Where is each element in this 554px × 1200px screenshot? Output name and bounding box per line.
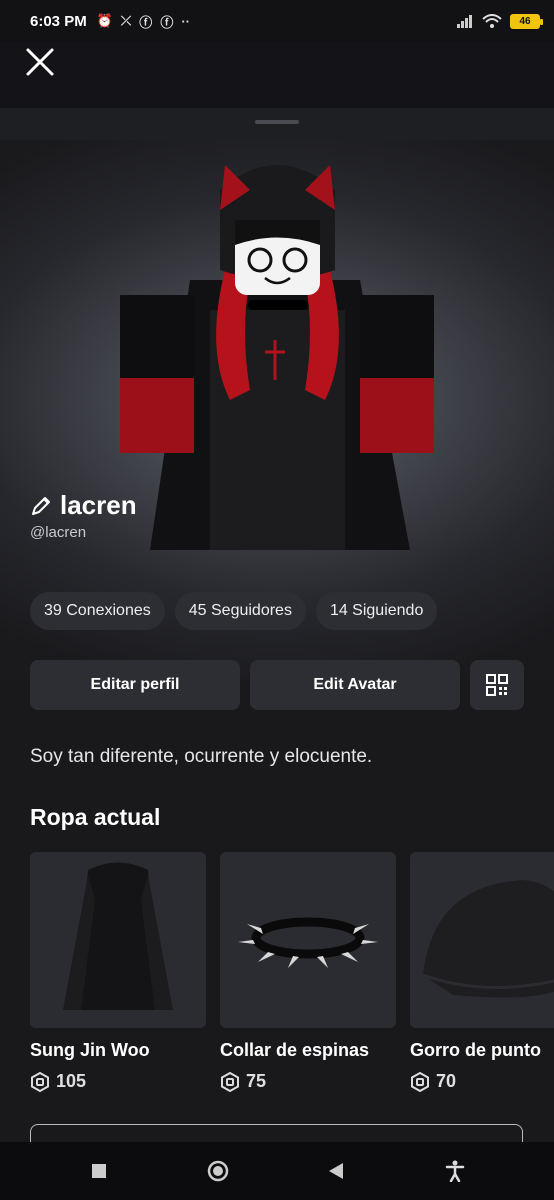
close-icon [26,48,54,76]
back-button[interactable] [316,1151,356,1191]
facebook-icon: ⓕ [160,14,174,30]
display-name: lacren [60,490,137,520]
username: @lacren [30,524,87,541]
circle-icon [207,1160,228,1182]
stats-row: 39 Conexiones 45 Seguidores 14 Siguiendo [30,592,438,630]
item-name: Collar de espinas [220,1040,370,1060]
triangle-back-icon [329,1163,344,1179]
item-price: 75 [220,1071,396,1092]
alarm-icon: ⏰ [96,13,113,28]
status-bar: 6:03 PM ⏰ ⤫ ⓕ ⓕ ·· 46 [0,0,554,42]
square-icon [92,1164,107,1178]
notification-icons: ⏰ ⤫ ⓕ ⓕ ·· [97,12,190,31]
accessibility-icon [445,1160,464,1182]
beanie-item-image [422,880,554,998]
pencil-icon[interactable] [30,495,52,517]
connections-pill[interactable]: 39 Conexiones [30,592,165,630]
outfit-item[interactable]: Sung Jin Woo 105 [30,852,206,1092]
section-title: Ropa actual [30,804,161,830]
item-thumbnail [30,852,206,1028]
display-name-row[interactable]: lacren [30,490,137,521]
followers-pill[interactable]: 45 Seguidores [174,592,306,630]
system-nav-bar [0,1142,554,1200]
robux-icon [411,1071,429,1092]
item-name: Sung Jin Woo [30,1040,150,1060]
outfit-carousel[interactable]: Sung Jin Woo 105 Collar de espinas 75 Go… [30,852,554,1092]
spiked-collar-item-image [238,917,378,968]
item-price: 105 [30,1071,206,1092]
coat-item-image [63,862,173,1010]
signal-icon [457,15,472,28]
missed-call-icon: ⤫ [120,13,132,28]
avatar-image [120,165,434,550]
qr-code-icon [486,674,508,696]
action-buttons: Editar perfil Edit Avatar [30,660,524,710]
drag-handle[interactable] [255,120,299,124]
qr-code-button[interactable] [470,660,524,710]
bio-text: Soy tan diferente, ocurrente y elocuente… [30,746,373,767]
home-button[interactable] [198,1151,238,1191]
next-section-card[interactable] [30,1124,523,1142]
robux-icon [31,1071,49,1092]
item-thumbnail [410,852,554,1028]
outfit-item[interactable]: Gorro de punto 70 [410,852,554,1092]
wifi-icon [482,14,502,28]
robux-icon [221,1071,239,1092]
outfit-item[interactable]: Collar de espinas 75 [220,852,396,1092]
profile-sheet: lacren @lacren 39 Conexiones 45 Seguidor… [0,108,554,1142]
battery-icon: 46 [510,13,543,29]
more-dots-icon: ·· [181,13,190,29]
facebook-icon: ⓕ [139,14,153,30]
item-name: Gorro de punto [410,1040,541,1060]
following-pill[interactable]: 14 Siguiendo [315,592,438,630]
edit-avatar-button[interactable]: Edit Avatar [250,660,460,710]
recents-button[interactable] [79,1151,119,1191]
item-thumbnail [220,852,396,1028]
status-time: 6:03 PM [30,12,87,30]
item-price: 70 [410,1071,554,1092]
close-button[interactable] [24,46,56,78]
edit-profile-button[interactable]: Editar perfil [30,660,240,710]
top-bar [0,42,554,108]
accessibility-button[interactable] [435,1151,475,1191]
